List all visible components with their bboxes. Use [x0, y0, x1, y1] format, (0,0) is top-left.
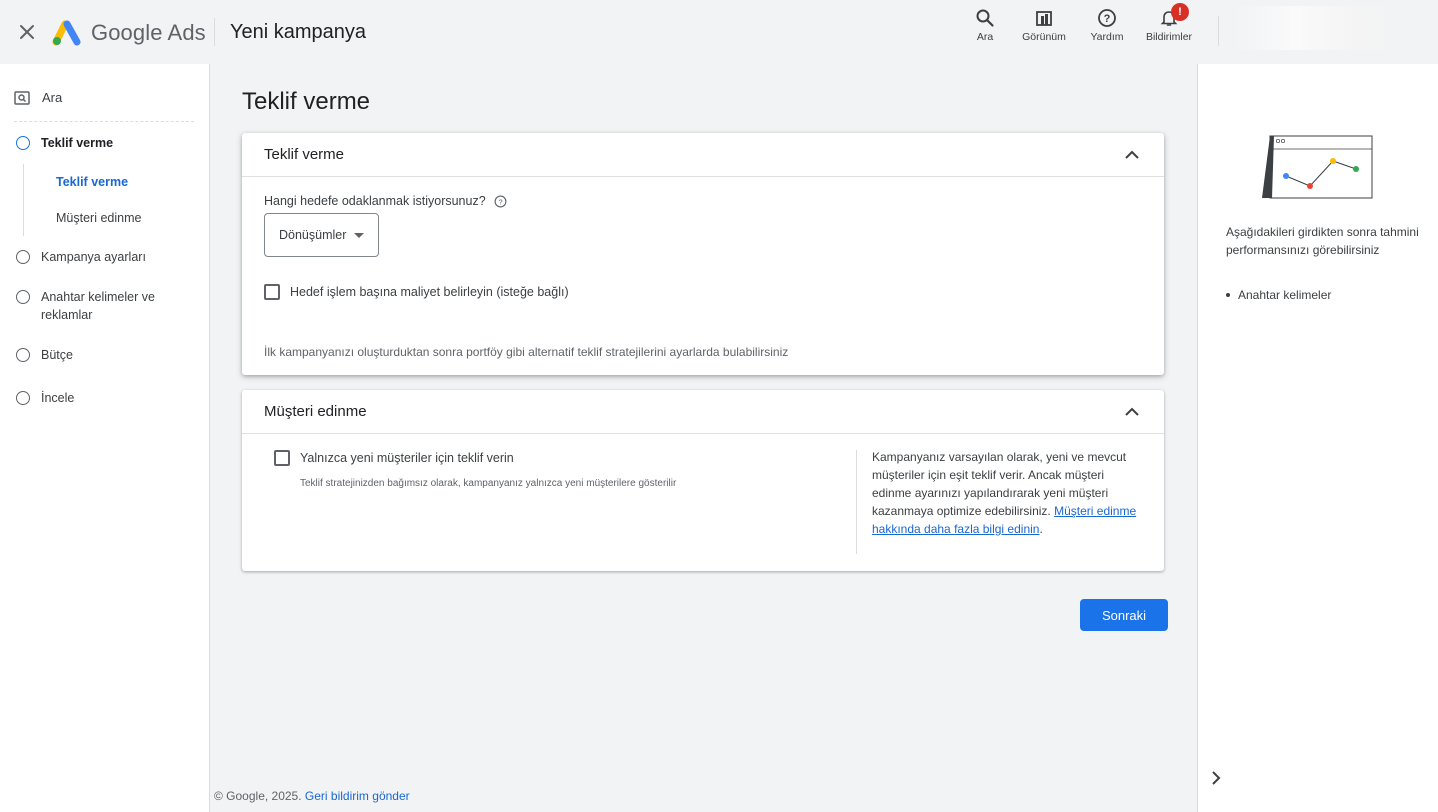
chevron-up-icon[interactable] — [1122, 145, 1142, 165]
svg-text:?: ? — [498, 197, 502, 206]
svg-text:?: ? — [1104, 13, 1111, 25]
close-icon[interactable] — [15, 20, 39, 44]
step-circle-icon — [16, 290, 30, 304]
bidding-card-title: Teklif verme — [264, 146, 345, 163]
top-header: Google Ads Yeni kampanya Ara Görünüm ? Y… — [0, 0, 1438, 64]
new-customers-checkbox[interactable] — [274, 450, 290, 466]
step-budget[interactable]: Bütçe — [16, 346, 73, 364]
goal-select[interactable]: Dönüşümler — [264, 213, 379, 257]
goal-select-value: Dönüşümler — [279, 228, 347, 242]
feedback-link[interactable]: Geri bildirim gönder — [305, 789, 410, 803]
nav-search-label: Ara — [42, 90, 63, 105]
chevron-right-icon[interactable] — [1206, 768, 1226, 788]
account-switcher[interactable] — [1232, 6, 1412, 50]
help-tool-button[interactable]: ? Yardım — [1083, 8, 1131, 43]
substep-bidding[interactable]: Teklif verme — [56, 175, 128, 189]
acquisition-card-header[interactable]: Müşteri edinme — [242, 390, 1164, 434]
step-bidding[interactable]: Teklif verme — [16, 134, 113, 152]
view-icon — [1036, 11, 1052, 26]
search-icon — [976, 9, 994, 27]
step-keywords-ads[interactable]: Anahtar kelimeler ve reklamlar — [16, 288, 176, 324]
bidding-card-header[interactable]: Teklif verme — [242, 133, 1164, 177]
requirement-list-item: Anahtar kelimeler — [1226, 288, 1331, 302]
step-label: Teklif verme — [41, 136, 114, 150]
header-divider-right — [1218, 16, 1219, 46]
step-label: İncele — [41, 391, 75, 405]
step-review[interactable]: İncele — [16, 389, 74, 407]
step-circle-icon — [16, 136, 30, 150]
step-label: Kampanya ayarları — [41, 250, 146, 264]
step-circle-icon — [16, 348, 30, 362]
nav-search-button[interactable]: Ara — [14, 90, 62, 105]
goal-question: Hangi hedefe odaklanmak istiyorsunuz? ? — [264, 194, 507, 208]
notifications-tool-button[interactable]: Bildirimler ! — [1138, 3, 1200, 43]
dropdown-caret-icon — [354, 233, 364, 238]
brand-name: Google Ads — [91, 20, 206, 45]
help-icon: ? — [1098, 9, 1116, 27]
page-title: Teklif verme — [242, 88, 371, 115]
page-header-title: Yeni kampanya — [230, 21, 367, 43]
footer: © Google, 2025. Geri bildirim gönder — [214, 789, 410, 803]
search-tool-label: Ara — [976, 31, 994, 43]
help-tool-label: Yardım — [1090, 31, 1124, 43]
next-button[interactable]: Sonraki — [1080, 599, 1168, 631]
main-content: Teklif verme Teklif verme Hangi hedefe o… — [211, 64, 1196, 812]
search-tool-button[interactable]: Ara — [968, 8, 1002, 43]
step-campaign-settings[interactable]: Kampanya ayarları — [16, 248, 146, 266]
acquisition-card-title: Müşteri edinme — [264, 403, 367, 420]
new-customers-helper: Teklif stratejinizden bağımsız olarak, k… — [300, 478, 677, 489]
substep-customer-acquisition[interactable]: Müşteri edinme — [56, 211, 141, 225]
step-label: Anahtar kelimeler ve reklamlar — [41, 290, 155, 322]
help-circle-icon[interactable]: ? — [494, 195, 507, 208]
performance-chart-illustration — [1262, 135, 1373, 199]
substep-line — [23, 164, 24, 236]
acquisition-info: Kampanyanız varsayılan olarak, yeni ve m… — [872, 448, 1142, 538]
bullet-icon — [1226, 293, 1230, 297]
portfolio-note: İlk kampanyanızı oluşturduktan sonra por… — [264, 345, 789, 359]
requirement-label: Anahtar kelimeler — [1238, 288, 1332, 302]
step-circle-icon — [16, 391, 30, 405]
new-customers-label: Yalnızca yeni müşteriler için teklif ver… — [300, 451, 514, 465]
new-customers-checkbox-row[interactable]: Yalnızca yeni müşteriler için teklif ver… — [274, 450, 514, 466]
chevron-up-icon[interactable] — [1122, 402, 1142, 422]
header-divider — [214, 18, 215, 46]
card-vertical-divider — [856, 450, 857, 554]
notification-badge: ! — [1171, 3, 1189, 21]
view-tool-button[interactable]: Görünüm — [1016, 8, 1072, 43]
step-label: Bütçe — [41, 348, 73, 362]
view-tool-label: Görünüm — [1022, 31, 1066, 43]
search-box-icon — [14, 90, 30, 105]
left-navigation: Ara Teklif verme Teklif verme Müşteri ed… — [0, 64, 210, 812]
goal-question-text: Hangi hedefe odaklanmak istiyorsunuz? — [264, 194, 486, 208]
estimate-info-text: Aşağıdakileri girdikten sonra tahmini pe… — [1226, 225, 1419, 257]
copyright-text: © Google, 2025. — [214, 789, 302, 803]
step-circle-icon — [16, 250, 30, 264]
nav-divider — [14, 121, 194, 122]
target-cpa-label: Hedef işlem başına maliyet belirleyin (i… — [290, 285, 569, 299]
customer-acquisition-card: Müşteri edinme Yalnızca yeni müşteriler … — [242, 390, 1164, 571]
target-cpa-checkbox[interactable] — [264, 284, 280, 300]
notifications-tool-label: Bildirimler — [1145, 31, 1193, 43]
bidding-card: Teklif verme Hangi hedefe odaklanmak ist… — [242, 133, 1164, 375]
google-ads-logo-icon — [52, 20, 81, 46]
info-period: . — [1039, 522, 1043, 536]
right-panel: Aşağıdakileri girdikten sonra tahmini pe… — [1197, 64, 1438, 812]
target-cpa-checkbox-row[interactable]: Hedef işlem başına maliyet belirleyin (i… — [264, 284, 569, 300]
